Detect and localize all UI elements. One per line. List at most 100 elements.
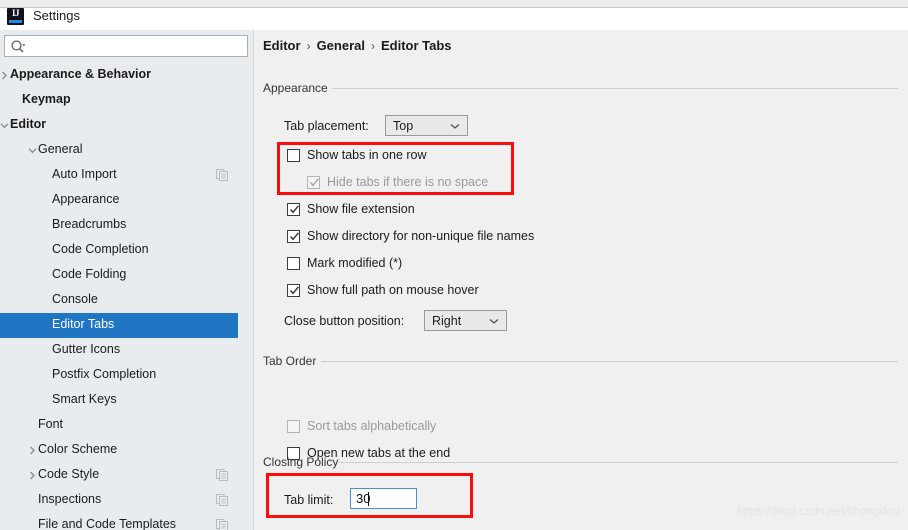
checkmark-icon xyxy=(289,285,300,296)
sidebar-item-label: Console xyxy=(52,292,98,306)
sidebar-item-label: Editor xyxy=(10,117,47,131)
close-button-position-dropdown[interactable]: Right xyxy=(424,310,507,331)
checkmark-icon xyxy=(309,177,320,188)
close-button-position-label: Close button position: xyxy=(284,314,405,328)
hide-tabs-no-space-label: Hide tabs if there is no space xyxy=(327,175,489,189)
chevron-down-icon[interactable] xyxy=(0,121,9,130)
sidebar-item-label: Breadcrumbs xyxy=(52,217,127,231)
sidebar-item-general[interactable]: General xyxy=(0,138,238,163)
settings-content-panel: Editor › General › Editor Tabs Appearance Ta… xyxy=(254,30,908,530)
sidebar-item-keymap[interactable]: Keymap xyxy=(0,88,238,113)
breadcrumb-separator-1: › xyxy=(306,39,311,53)
show-tabs-one-row-label: Show tabs in one row xyxy=(307,148,427,162)
show-directory-non-unique-label: Show directory for non-unique file names xyxy=(307,229,535,243)
checkmark-icon xyxy=(289,204,300,215)
sidebar-item-smart-keys[interactable]: Smart Keys xyxy=(0,388,238,413)
tab-limit-input[interactable]: 30 xyxy=(350,488,417,509)
breadcrumb-separator-2: › xyxy=(370,39,375,53)
sidebar-item-code-style[interactable]: Code Style xyxy=(0,463,238,488)
sidebar-item-label: Code Folding xyxy=(52,267,127,281)
settings-sidebar: Appearance & Behavior Keymap Editor General… xyxy=(0,30,489,530)
logo-letters: IJ xyxy=(11,8,20,18)
breadcrumb-item-editor-tabs[interactable]: Editor Tabs xyxy=(381,38,452,53)
section-separator-closing-policy xyxy=(338,462,898,463)
sort-tabs-alphabetically-checkbox xyxy=(287,420,300,433)
sidebar-item-appearance[interactable]: Appearance xyxy=(0,188,238,213)
show-file-extension-checkbox[interactable] xyxy=(287,203,300,216)
sidebar-item-console[interactable]: Console xyxy=(0,288,238,313)
watermark: https://blog.csdn.net/lihongdou xyxy=(737,504,900,518)
breadcrumb-item-editor[interactable]: Editor xyxy=(263,38,301,53)
settings-tree[interactable]: Appearance & Behavior Keymap Editor General… xyxy=(0,63,238,530)
sidebar-item-label: Keymap xyxy=(22,92,71,106)
show-tabs-one-row-checkbox[interactable] xyxy=(287,149,300,162)
search-icon xyxy=(10,39,26,55)
tab-placement-value: Top xyxy=(393,119,414,133)
sidebar-item-gutter-icons[interactable]: Gutter Icons xyxy=(0,338,238,363)
show-full-path-hover-checkbox[interactable] xyxy=(287,284,300,297)
sidebar-item-font[interactable]: Font xyxy=(0,413,238,438)
section-header-appearance: Appearance xyxy=(263,81,328,95)
copy-icon[interactable] xyxy=(216,494,228,506)
sidebar-item-label: Postfix Completion xyxy=(52,367,157,381)
chevron-right-icon[interactable] xyxy=(28,471,37,480)
sidebar-item-breadcrumbs[interactable]: Breadcrumbs xyxy=(0,213,238,238)
copy-icon[interactable] xyxy=(216,169,228,181)
sidebar-item-label: General xyxy=(38,142,83,156)
intellij-idea-logo-icon: IJ xyxy=(7,8,24,25)
copy-icon[interactable] xyxy=(216,469,228,481)
sidebar-item-code-completion[interactable]: Code Completion xyxy=(0,238,238,263)
background-tab-row: 1111 1 1 1 1 1 xyxy=(205,0,302,3)
settings-dialog: 1111 1 1 1 1 1 IJ Settings Appearance & … xyxy=(0,0,908,530)
chevron-right-icon[interactable] xyxy=(28,446,37,455)
sidebar-item-label: Appearance & Behavior xyxy=(10,67,152,81)
window-title: Settings xyxy=(33,8,80,23)
section-header-closing-policy: Closing Policy xyxy=(263,455,339,469)
title-bar: IJ Settings xyxy=(0,8,908,30)
background-window-strip: 1111 1 1 1 1 1 xyxy=(0,0,908,8)
copy-icon[interactable] xyxy=(216,519,228,530)
sidebar-item-code-folding[interactable]: Code Folding xyxy=(0,263,238,288)
sidebar-item-file-and-code-templates[interactable]: File and Code Templates xyxy=(0,513,238,530)
sidebar-item-auto-import[interactable]: Auto Import xyxy=(0,163,238,188)
chevron-right-icon[interactable] xyxy=(0,71,9,80)
checkmark-icon xyxy=(289,231,300,242)
text-caret xyxy=(368,492,369,506)
sidebar-item-label: File and Code Templates xyxy=(38,517,177,530)
section-separator-tab-order xyxy=(321,361,898,362)
sidebar-item-label: Code Completion xyxy=(52,242,149,256)
show-directory-non-unique-checkbox[interactable] xyxy=(287,230,300,243)
sidebar-item-editor-tabs[interactable]: Editor Tabs xyxy=(0,313,238,338)
sidebar-item-label: Gutter Icons xyxy=(52,342,121,356)
search-input[interactable] xyxy=(29,36,244,56)
sidebar-item-postfix-completion[interactable]: Postfix Completion xyxy=(0,363,238,388)
chevron-down-icon[interactable] xyxy=(28,146,37,155)
chevron-down-icon xyxy=(489,318,499,325)
show-full-path-hover-label: Show full path on mouse hover xyxy=(307,283,479,297)
chevron-down-icon xyxy=(450,123,460,130)
logo-bar xyxy=(9,20,22,23)
sidebar-item-label: Font xyxy=(38,417,64,431)
tab-placement-dropdown[interactable]: Top xyxy=(385,115,468,136)
sidebar-item-appearance-behavior[interactable]: Appearance & Behavior xyxy=(0,63,238,88)
show-file-extension-label: Show file extension xyxy=(307,202,415,216)
mark-modified-checkbox[interactable] xyxy=(287,257,300,270)
breadcrumb: Editor › General › Editor Tabs xyxy=(263,38,452,53)
tab-placement-label: Tab placement: xyxy=(284,119,369,133)
sidebar-item-label: Auto Import xyxy=(52,167,117,181)
sidebar-item-inspections[interactable]: Inspections xyxy=(0,488,238,513)
sidebar-item-label: Code Style xyxy=(38,467,100,481)
sidebar-item-label: Color Scheme xyxy=(38,442,118,456)
sidebar-scrollbar-track[interactable] xyxy=(238,63,489,530)
sort-tabs-alphabetically-label: Sort tabs alphabetically xyxy=(307,419,437,433)
hide-tabs-no-space-checkbox xyxy=(307,176,320,189)
sidebar-item-label: Appearance xyxy=(52,192,120,206)
mark-modified-label: Mark modified (*) xyxy=(307,256,403,270)
search-box[interactable] xyxy=(4,35,248,57)
sidebar-item-label: Smart Keys xyxy=(52,392,117,406)
section-separator-appearance xyxy=(332,88,898,89)
sidebar-item-editor[interactable]: Editor xyxy=(0,113,238,138)
breadcrumb-item-general[interactable]: General xyxy=(317,38,365,53)
sidebar-item-color-scheme[interactable]: Color Scheme xyxy=(0,438,238,463)
close-button-position-value: Right xyxy=(432,314,462,328)
